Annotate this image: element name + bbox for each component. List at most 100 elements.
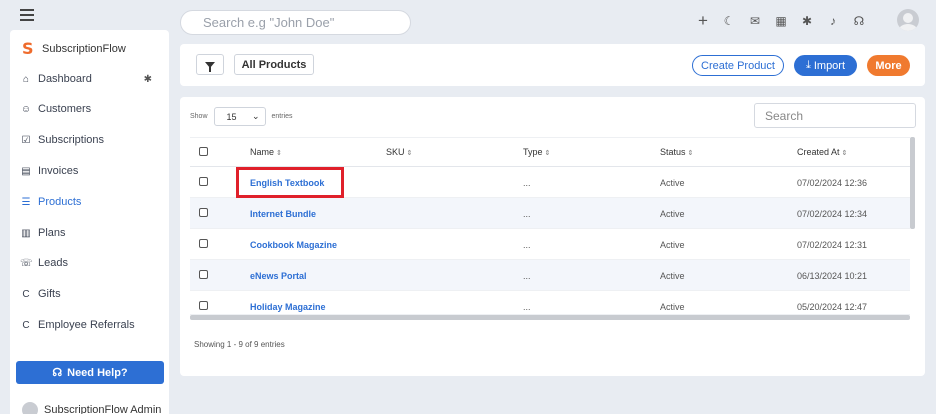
column-created-at-header[interactable]: Created At ⇕ [797, 147, 847, 157]
column-status-header[interactable]: Status ⇕ [660, 147, 693, 157]
entries-value: 15 [226, 111, 237, 122]
headset-icon[interactable]: ☊ [846, 14, 872, 28]
entries-length-control: Show 15 ⌄ entries [190, 107, 293, 126]
brand[interactable]: SubscriptionFlow [22, 39, 126, 58]
list-icon: ☰ [21, 196, 31, 208]
sidebar: SubscriptionFlow ⌂ Dashboard ✱ ☺ Custome… [10, 30, 169, 414]
avatar [22, 402, 38, 414]
row-checkbox[interactable] [199, 177, 208, 186]
entries-label: entries [271, 113, 293, 120]
filter-button[interactable] [196, 54, 224, 75]
sidebar-item-label: Customers [38, 103, 92, 115]
sidebar-item-label: Invoices [38, 165, 79, 177]
products-table-card: Show 15 ⌄ entries Search Name ⇕ SKU ⇕ Type… [180, 97, 925, 376]
sort-icon: ⇕ [406, 150, 413, 157]
sort-icon: ⇕ [276, 150, 282, 157]
product-name-link[interactable]: Holiday Magazine [250, 302, 326, 312]
calendar-icon[interactable]: ▦ [768, 14, 794, 28]
product-type: ... [523, 271, 531, 281]
download-icon: ⤓ [805, 59, 811, 71]
mail-icon[interactable]: ✉ [742, 14, 768, 28]
product-status: Active [660, 178, 685, 188]
bell-icon[interactable]: ♪ [820, 14, 846, 28]
dashboard-settings-icon[interactable]: ✱ [144, 74, 152, 85]
plus-icon[interactable]: + [690, 11, 716, 31]
column-name-header[interactable]: Name ⇕ [250, 147, 282, 157]
invoice-icon: ▤ [21, 165, 31, 177]
import-label: Import [813, 59, 846, 72]
need-help-button[interactable]: ☊ Need Help? [16, 361, 164, 384]
global-search-input[interactable]: Search e.g "John Doe" [180, 10, 411, 35]
column-type-header[interactable]: Type ⇕ [523, 147, 550, 157]
table-row: eNews Portal ... Active 06/13/2024 10:21 [190, 260, 910, 291]
product-name-link[interactable]: Cookbook Magazine [250, 240, 337, 250]
sidebar-item-gifts[interactable]: C Gifts [20, 284, 160, 304]
sidebar-item-label: Plans [38, 227, 66, 239]
sidebar-item-label: Subscriptions [38, 134, 105, 146]
product-status: Active [660, 302, 685, 312]
horizontal-scrollbar[interactable] [190, 315, 910, 320]
highlight-box [236, 167, 344, 198]
sidebar-item-plans[interactable]: ▥ Plans [20, 223, 160, 243]
subscriptionflow-logo-icon [22, 39, 36, 58]
chevron-down-icon: ⌄ [251, 111, 260, 121]
product-name-link[interactable]: Internet Bundle [250, 209, 316, 219]
brand-name: SubscriptionFlow [42, 43, 126, 55]
calendar-check-icon: ☑ [21, 134, 31, 146]
product-created-at: 05/20/2024 12:47 [797, 302, 868, 312]
product-status: Active [660, 209, 685, 219]
user-name: SubscriptionFlow Admin [44, 404, 162, 414]
row-checkbox[interactable] [199, 208, 208, 217]
all-products-view-button[interactable]: All Products [234, 54, 314, 75]
product-created-at: 07/02/2024 12:34 [797, 209, 868, 219]
column-sku-header[interactable]: SKU ⇕ [386, 147, 412, 157]
row-checkbox[interactable] [199, 270, 208, 279]
headset-icon: ☊ [52, 367, 63, 379]
sidebar-item-label: Gifts [38, 288, 61, 300]
users-icon: ☺ [20, 103, 32, 115]
filter-icon [205, 61, 215, 72]
products-toolbar: All Products Create Product ⤓ Import Mor… [180, 44, 925, 86]
gift-icon: C [22, 288, 30, 300]
sidebar-item-subscriptions[interactable]: ☑ Subscriptions [20, 130, 160, 150]
vertical-scrollbar[interactable] [910, 137, 915, 229]
row-checkbox[interactable] [199, 239, 208, 248]
product-type: ... [523, 302, 531, 312]
sidebar-item-label: Employee Referrals [38, 319, 135, 331]
product-created-at: 07/02/2024 12:31 [797, 240, 868, 250]
product-type: ... [523, 178, 531, 188]
sidebar-item-products[interactable]: ☰ Products [20, 192, 160, 212]
sidebar-item-leads[interactable]: ☏ Leads [20, 253, 160, 273]
import-button[interactable]: ⤓ Import [794, 55, 857, 76]
referral-icon: C [22, 319, 30, 331]
user-avatar[interactable] [897, 9, 919, 31]
sidebar-item-label: Dashboard [38, 73, 92, 85]
gear-icon[interactable]: ✱ [794, 14, 820, 28]
sidebar-user[interactable]: SubscriptionFlow Admin [22, 402, 161, 414]
sidebar-item-customers[interactable]: ☺ Customers [20, 99, 160, 119]
show-label: Show [190, 113, 208, 120]
moon-icon[interactable]: ☾ [716, 14, 742, 28]
table-row: Cookbook Magazine ... Active 07/02/2024 … [190, 229, 910, 260]
sidebar-item-invoices[interactable]: ▤ Invoices [20, 161, 160, 181]
create-product-button[interactable]: Create Product [692, 55, 784, 76]
table-search-input[interactable]: Search [754, 103, 916, 128]
sidebar-item-label: Products [38, 196, 82, 208]
select-all-checkbox[interactable] [199, 147, 208, 156]
product-name-link[interactable]: eNews Portal [250, 271, 307, 281]
sort-icon: ⇕ [544, 150, 551, 157]
more-button[interactable]: More [867, 55, 910, 76]
need-help-label: Need Help? [67, 366, 128, 379]
sidebar-item-dashboard[interactable]: ⌂ Dashboard ✱ [20, 69, 160, 89]
table-row: Internet Bundle ... Active 07/02/2024 12… [190, 198, 910, 229]
table-header: Name ⇕ SKU ⇕ Type ⇕ Status ⇕ Created At ⇕ [190, 137, 910, 167]
sidebar-item-employee-referrals[interactable]: C Employee Referrals [20, 315, 160, 335]
home-icon: ⌂ [22, 73, 30, 85]
entries-select[interactable]: 15 ⌄ [213, 107, 266, 126]
product-status: Active [660, 271, 685, 281]
row-checkbox[interactable] [199, 301, 208, 310]
product-created-at: 06/13/2024 10:21 [797, 271, 868, 281]
table-row: Holiday Magazine ... Active 05/20/2024 1… [190, 291, 910, 315]
menu-toggle-icon[interactable] [20, 9, 34, 24]
product-type: ... [523, 240, 531, 250]
